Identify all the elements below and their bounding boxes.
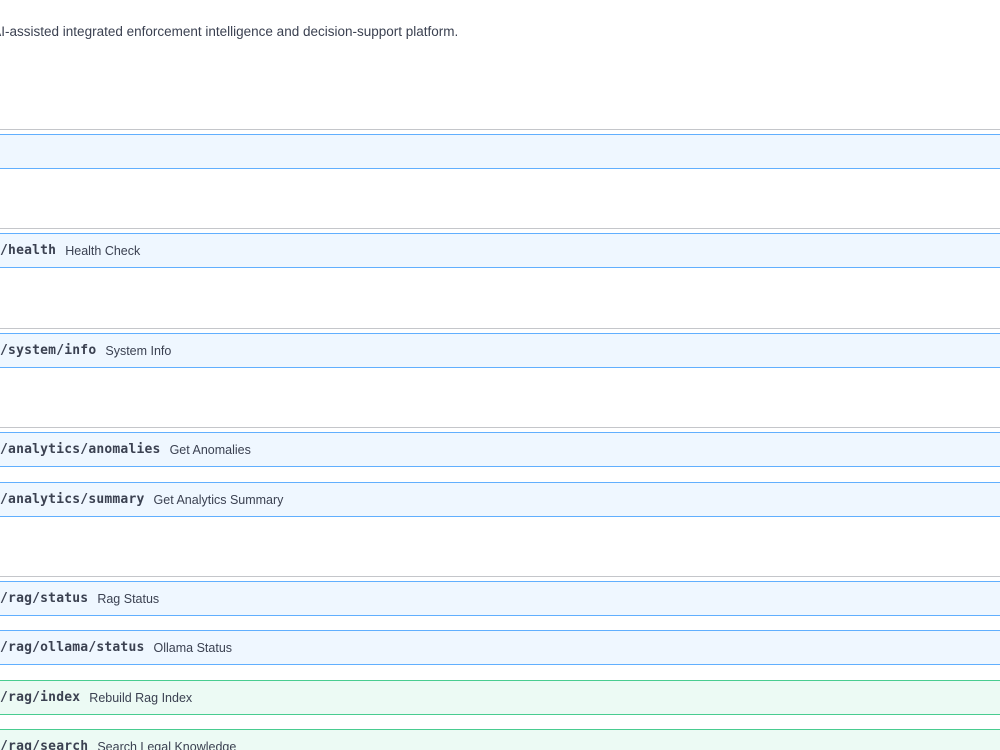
operation-path: i/rag/ollama/status — [0, 640, 145, 655]
operation-get-health[interactable]: i/health Health Check — [0, 233, 1000, 268]
operation-path: i/health — [0, 243, 57, 258]
operation-get-analytics-summary[interactable]: i/analytics/summary Get Analytics Summar… — [0, 482, 1000, 517]
operation-path: i/rag/status — [0, 591, 89, 606]
operation-get-anomalies[interactable]: i/analytics/anomalies Get Anomalies — [0, 432, 1000, 467]
operation-summary: Rebuild Rag Index — [89, 690, 193, 705]
tag-section-divider — [0, 228, 1000, 229]
operation-get-system-info[interactable]: i/system/info System Info — [0, 333, 1000, 368]
api-description: ti, an AI-assisted integrated enforcemen… — [0, 24, 459, 39]
operation-path: i/analytics/summary — [0, 492, 145, 507]
tag-section-divider — [0, 328, 1000, 329]
operation-summary: Search Legal Knowledge — [97, 739, 237, 750]
tag-section-divider — [0, 576, 1000, 577]
operation-post-rag-search[interactable]: i/rag/search Search Legal Knowledge — [0, 729, 1000, 750]
operation-summary: System Info — [105, 343, 172, 358]
operation-path: i/system/info — [0, 343, 97, 358]
operation-get-rag-status[interactable]: i/rag/status Rag Status — [0, 581, 1000, 616]
operation-get-ollama-status[interactable]: i/rag/ollama/status Ollama Status — [0, 630, 1000, 665]
operation-summary: Rag Status — [97, 591, 160, 606]
operation-path: i/rag/index — [0, 690, 81, 705]
operation-post-rag-index[interactable]: i/rag/index Rebuild Rag Index — [0, 680, 1000, 715]
operation-summary: Ollama Status — [153, 640, 233, 655]
operation-path: i/analytics/anomalies — [0, 442, 161, 457]
operation-summary: Get Anomalies — [169, 442, 251, 457]
operation-path: i/rag/search — [0, 739, 89, 750]
swagger-api-docs: ti, an AI-assisted integrated enforcemen… — [0, 0, 1000, 750]
operation-summary: Get Analytics Summary — [153, 492, 284, 507]
tag-section-divider — [0, 129, 1000, 130]
tag-section-divider — [0, 427, 1000, 428]
operation-summary: Health Check — [65, 243, 141, 258]
operation-get-unnamed[interactable] — [0, 134, 1000, 169]
